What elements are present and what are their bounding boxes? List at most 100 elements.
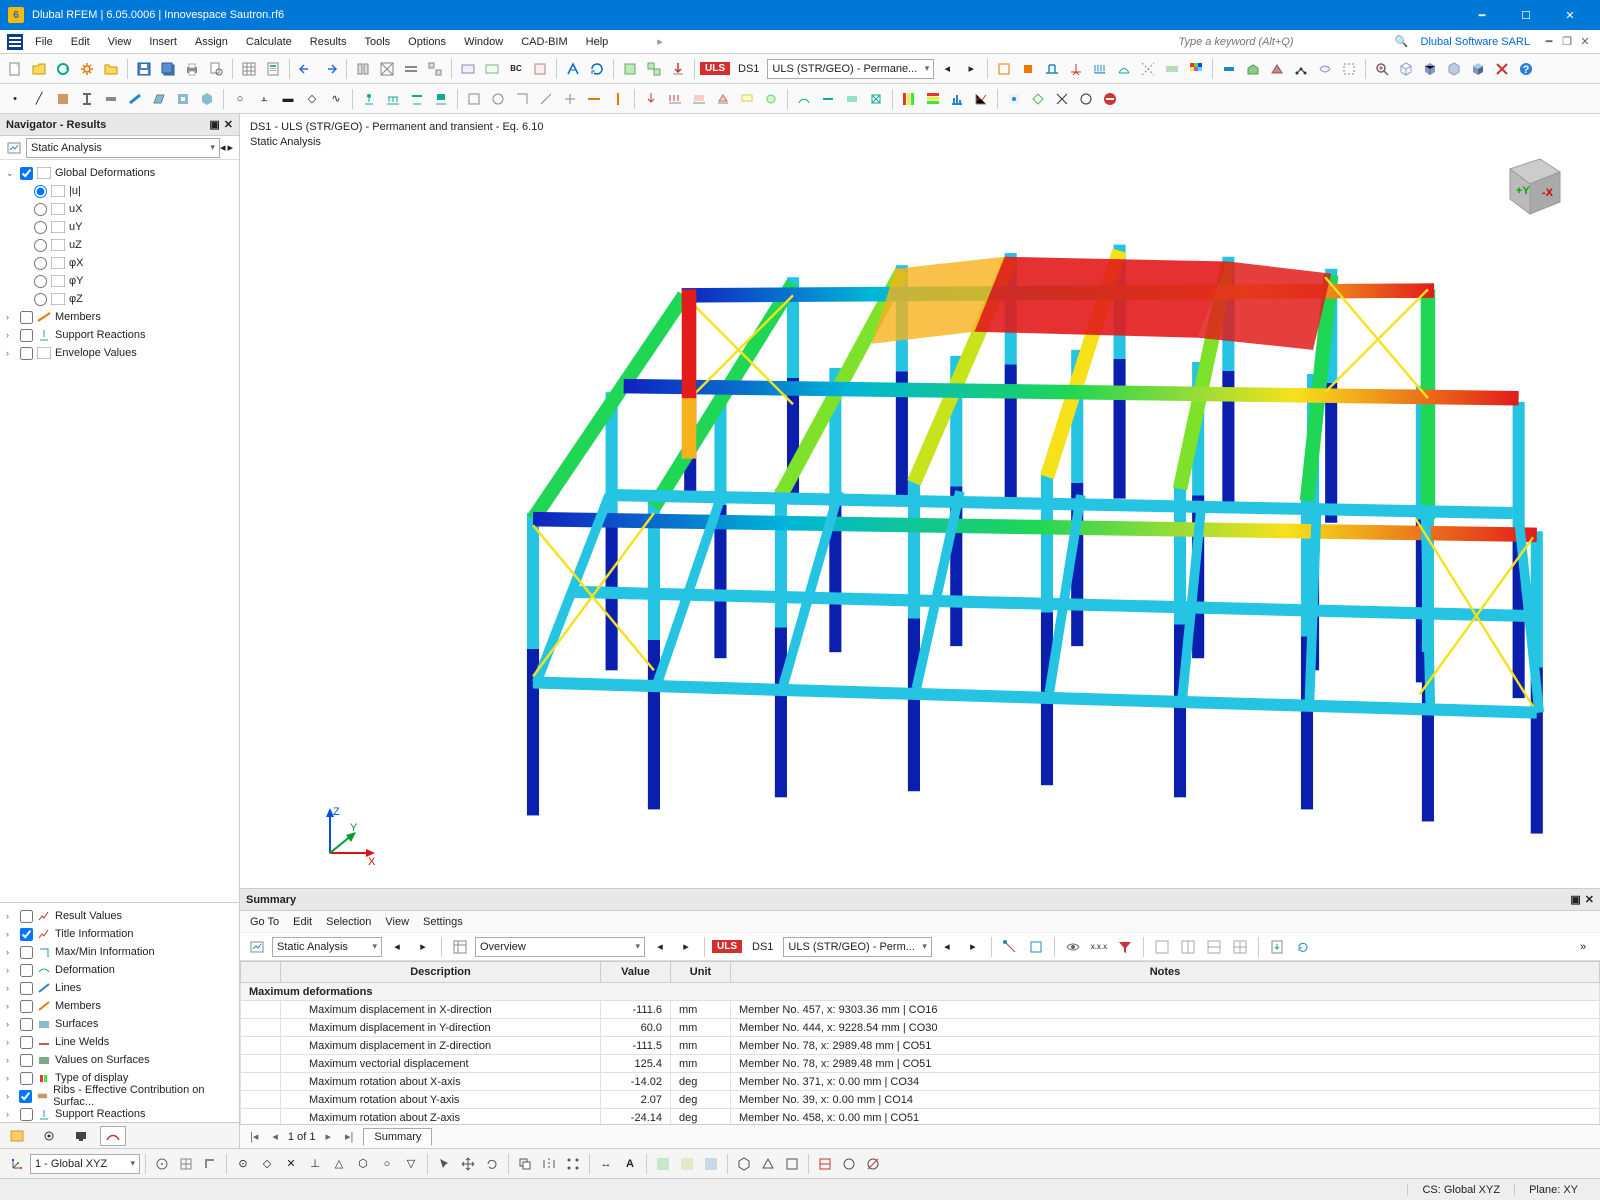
bt-rotate-icon[interactable] — [481, 1153, 503, 1175]
sum-tool-a-icon[interactable] — [999, 936, 1021, 958]
rigid-icon[interactable]: ▬ — [277, 88, 299, 110]
tree-expand-icon[interactable]: › — [6, 330, 16, 340]
bt-view1-icon[interactable] — [652, 1153, 674, 1175]
mdi-minimize[interactable]: ━ — [1542, 35, 1556, 48]
sum-edit[interactable]: Edit — [293, 916, 312, 928]
tree-item-phiz[interactable]: φZ — [69, 293, 83, 305]
tab-data-icon[interactable] — [4, 1126, 30, 1146]
option-check[interactable] — [20, 910, 33, 923]
loads-icon[interactable] — [1089, 58, 1111, 80]
radio-uz[interactable] — [34, 239, 47, 252]
combo-icon[interactable] — [643, 58, 665, 80]
tab-views-icon[interactable] — [68, 1126, 94, 1146]
tool2-a-icon[interactable] — [463, 88, 485, 110]
tool-d-icon[interactable] — [424, 58, 446, 80]
tool2-t-icon[interactable] — [946, 88, 968, 110]
sum-next3[interactable]: ▸ — [962, 936, 984, 958]
tree-expand-icon[interactable]: › — [6, 1055, 16, 1065]
tool2-f-icon[interactable] — [583, 88, 605, 110]
radio-ux[interactable] — [34, 203, 47, 216]
tool2-b-icon[interactable] — [487, 88, 509, 110]
print-preview-icon[interactable] — [205, 58, 227, 80]
eccentricity-icon[interactable]: ⫠ — [253, 88, 275, 110]
display-f-icon[interactable] — [1338, 58, 1360, 80]
menu-window[interactable]: Window — [455, 33, 512, 51]
summary-tab[interactable]: Summary — [363, 1128, 432, 1146]
option-label[interactable]: Surfaces — [55, 1018, 98, 1030]
tool2-v-icon[interactable] — [1003, 88, 1025, 110]
wire-icon[interactable] — [993, 58, 1015, 80]
tool2-x-icon[interactable] — [1051, 88, 1073, 110]
option-check[interactable] — [20, 946, 33, 959]
loadcase-icon[interactable] — [619, 58, 641, 80]
pager-prev[interactable]: ◂ — [268, 1130, 282, 1143]
thickness-icon[interactable] — [100, 88, 122, 110]
table-row[interactable]: Maximum displacement in Y-direction60.0m… — [241, 1019, 1600, 1037]
supports-icon[interactable] — [1065, 58, 1087, 80]
tree-expand-icon[interactable]: › — [6, 1091, 15, 1101]
bt-select-icon[interactable] — [433, 1153, 455, 1175]
tool2-z-icon[interactable] — [1099, 88, 1121, 110]
display-d-icon[interactable] — [1290, 58, 1312, 80]
members-check[interactable] — [20, 311, 33, 324]
option-label[interactable]: Line Welds — [55, 1036, 109, 1048]
menu-help[interactable]: Help — [577, 33, 618, 51]
display-a-icon[interactable] — [1218, 58, 1240, 80]
hinge-icon[interactable]: ○ — [229, 88, 251, 110]
option-check[interactable] — [20, 964, 33, 977]
tool2-i-icon[interactable] — [664, 88, 686, 110]
display-b-icon[interactable] — [1242, 58, 1264, 80]
sum-eye-icon[interactable] — [1062, 936, 1084, 958]
box-shaded-icon[interactable] — [1467, 58, 1489, 80]
section-icon[interactable] — [76, 88, 98, 110]
struct-a-icon[interactable] — [1041, 58, 1063, 80]
menu-calculate[interactable]: Calculate — [237, 33, 301, 51]
radio-uy[interactable] — [34, 221, 47, 234]
option-check[interactable] — [19, 1090, 32, 1103]
bt-show-icon[interactable] — [838, 1153, 860, 1175]
nav-prev-icon[interactable]: ◂ — [220, 141, 226, 154]
pager-next[interactable]: ▸ — [321, 1130, 335, 1143]
bt-snapperp-icon[interactable]: ⊥ — [304, 1153, 326, 1175]
radio-phiz[interactable] — [34, 293, 47, 306]
radio-u[interactable] — [34, 185, 47, 198]
sum-grid-b-icon[interactable] — [1177, 936, 1199, 958]
option-label[interactable]: Members — [55, 1000, 101, 1012]
option-check[interactable] — [20, 1072, 33, 1085]
tree-item-ux[interactable]: uX — [69, 203, 82, 215]
tree-group-envelope[interactable]: Envelope Values — [55, 347, 137, 359]
sum-grid-d-icon[interactable] — [1229, 936, 1251, 958]
minimize-button[interactable]: ━ — [1460, 0, 1504, 30]
release-icon[interactable]: ◇ — [301, 88, 323, 110]
menu-edit[interactable]: Edit — [62, 33, 99, 51]
line-support-icon[interactable] — [382, 88, 404, 110]
tool2-e-icon[interactable] — [559, 88, 581, 110]
sum-prev2[interactable]: ◂ — [649, 936, 671, 958]
tree-group-supports[interactable]: Support Reactions — [55, 329, 146, 341]
radio-phiy[interactable] — [34, 275, 47, 288]
help-icon[interactable]: ? — [1515, 58, 1537, 80]
menu-assign[interactable]: Assign — [186, 33, 237, 51]
bt-snap-icon[interactable] — [151, 1153, 173, 1175]
solid-icon[interactable] — [1017, 58, 1039, 80]
table-row[interactable]: Maximum displacement in Z-direction-111.… — [241, 1037, 1600, 1055]
radio-phix[interactable] — [34, 257, 47, 270]
envelope-check[interactable] — [20, 347, 33, 360]
sum-analysis-combo[interactable]: Static Analysis — [272, 937, 382, 957]
option-label[interactable]: Type of display — [55, 1072, 128, 1084]
tree-item-uy[interactable]: uY — [69, 221, 82, 233]
tool2-y-icon[interactable] — [1075, 88, 1097, 110]
tree-item-u[interactable]: |u| — [69, 185, 81, 197]
saveall-icon[interactable] — [157, 58, 179, 80]
option-check[interactable] — [20, 1000, 33, 1013]
tree-collapse-icon[interactable]: ⌄ — [6, 168, 16, 179]
bt-axis-icon[interactable] — [6, 1153, 28, 1175]
bt-snapint-icon[interactable]: ✕ — [280, 1153, 302, 1175]
bt-iso-icon[interactable] — [733, 1153, 755, 1175]
option-check[interactable] — [20, 1108, 33, 1121]
tree-expand-icon[interactable]: › — [6, 929, 16, 939]
addon-d-icon[interactable] — [529, 58, 551, 80]
menu-cadbim[interactable]: CAD-BIM — [512, 33, 576, 51]
supports-check[interactable] — [20, 329, 33, 342]
viewport-3d[interactable]: DS1 - ULS (STR/GEO) - Permanent and tran… — [240, 114, 1600, 888]
